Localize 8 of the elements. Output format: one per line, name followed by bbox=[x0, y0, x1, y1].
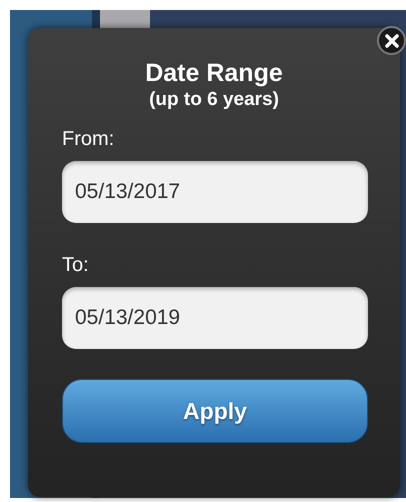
field-label: From: bbox=[62, 127, 116, 151]
close-icon bbox=[384, 34, 398, 48]
dialog-subtitle: (up to 6 years) bbox=[148, 88, 280, 112]
date-field[interactable]: 05/13/2017 bbox=[62, 161, 368, 223]
field-label: To: bbox=[62, 253, 90, 277]
date-field[interactable]: 05/13/2019 bbox=[62, 287, 368, 349]
dialog-title: Date Range bbox=[144, 58, 284, 88]
apply-button[interactable]: Apply bbox=[62, 379, 368, 443]
